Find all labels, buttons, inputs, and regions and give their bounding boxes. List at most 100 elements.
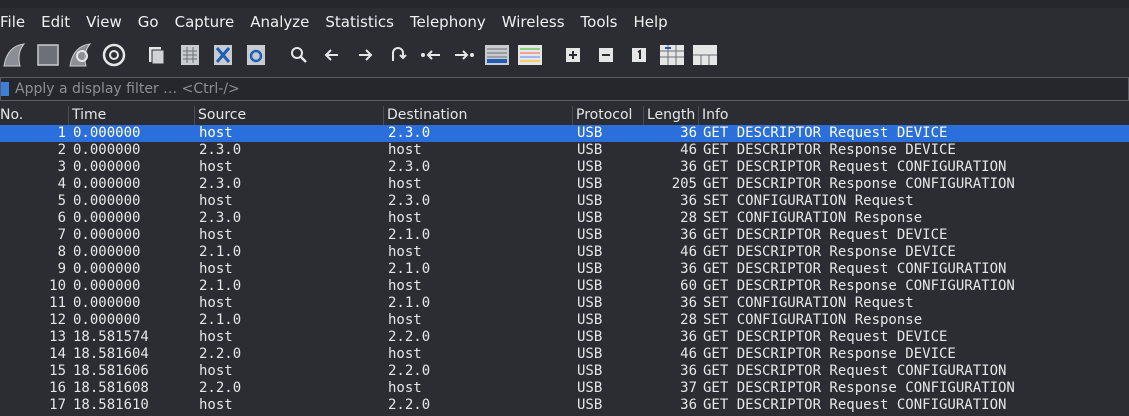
packet-source-cell: 2.1.0: [199, 278, 242, 294]
packet-source-cell: 2.1.0: [199, 312, 242, 328]
packet-source-cell: host: [199, 159, 233, 175]
stop-capture-icon[interactable]: [33, 40, 63, 70]
table-row[interactable]: 11 0.000000 host 2.1.0 USB 36 SET CONFIGURATIO…: [0, 295, 1129, 312]
table-row[interactable]: 16 18.581608 2.2.0 host USB 37 GET DESCRIPTOR …: [0, 380, 1129, 397]
window-title-strip: [0, 0, 1129, 8]
menu-view[interactable]: View: [86, 13, 130, 31]
normal-size-icon[interactable]: [624, 40, 654, 70]
packet-no-cell: 2: [57, 142, 66, 158]
packet-destination-cell: 2.3.0: [388, 125, 431, 141]
menu-tools[interactable]: Tools: [581, 13, 626, 31]
packet-protocol-cell: USB: [577, 261, 603, 277]
menu-edit[interactable]: Edit: [41, 13, 78, 31]
packet-source-cell: host: [199, 295, 233, 311]
packet-source-cell: 2.1.0: [199, 244, 242, 260]
find-packet-icon[interactable]: [284, 40, 314, 70]
packet-no-cell: 8: [57, 244, 66, 260]
packet-time-cell: 18.581610: [73, 397, 149, 413]
packet-no-cell: 9: [57, 261, 66, 277]
packet-protocol-cell: USB: [577, 295, 603, 311]
table-row[interactable]: 17 18.581610 host 2.2.0 USB 36 GET DESCRIPTOR …: [0, 397, 1129, 414]
menu-file[interactable]: File: [0, 13, 33, 31]
packet-info-cell: GET DESCRIPTOR Request CONFIGURATION: [703, 363, 1007, 379]
packet-info-cell: SET CONFIGURATION Request: [703, 193, 914, 209]
packet-info-cell: GET DESCRIPTOR Response DEVICE: [703, 346, 956, 362]
table-row[interactable]: 9 0.000000 host 2.1.0 USB 36 GET DESCRIPTOR Re…: [0, 261, 1129, 278]
colorize-icon[interactable]: [515, 40, 545, 70]
open-file-icon[interactable]: [142, 40, 172, 70]
display-filter-input[interactable]: [15, 81, 1128, 97]
table-row[interactable]: 3 0.000000 host 2.3.0 USB 36 GET DESCRIPTOR Re…: [0, 159, 1129, 176]
menu-analyze[interactable]: Analyze: [250, 13, 317, 31]
autoscroll-icon[interactable]: [482, 40, 512, 70]
menu-statistics[interactable]: Statistics: [325, 13, 402, 31]
packet-destination-cell: host: [388, 210, 422, 226]
table-row[interactable]: 15 18.581606 host 2.2.0 USB 36 GET DESCRIPTOR …: [0, 363, 1129, 380]
table-row[interactable]: 8 0.000000 2.1.0 host USB 46 GET DESCRIPTOR Re…: [0, 244, 1129, 261]
column-header-protocol[interactable]: Protocol: [573, 106, 644, 125]
menu-go[interactable]: Go: [138, 13, 167, 31]
packet-destination-cell: 2.2.0: [388, 397, 431, 413]
table-row[interactable]: 7 0.000000 host 2.1.0 USB 36 GET DESCRIPTOR Re…: [0, 227, 1129, 244]
table-row[interactable]: 14 18.581604 2.2.0 host USB 46 GET DESCRIPTOR …: [0, 346, 1129, 363]
packet-source-cell: host: [199, 261, 233, 277]
packet-length-cell: 36: [680, 397, 697, 413]
resize-columns-icon[interactable]: [657, 40, 687, 70]
capture-options-icon[interactable]: [99, 40, 129, 70]
table-row[interactable]: 5 0.000000 host 2.3.0 USB 36 SET CONFIGURATION…: [0, 193, 1129, 210]
go-forward-icon[interactable]: [350, 40, 380, 70]
table-row[interactable]: 1 0.000000 host 2.3.0 USB 36 GET DESCRIPTOR Re…: [0, 125, 1129, 142]
menu-wireless[interactable]: Wireless: [502, 13, 573, 31]
packet-protocol-cell: USB: [577, 176, 603, 192]
menu-telephony[interactable]: Telephony: [410, 13, 494, 31]
packet-protocol-cell: USB: [577, 363, 603, 379]
packet-destination-cell: 2.1.0: [388, 261, 431, 277]
reload-file-icon[interactable]: [241, 40, 271, 70]
save-file-icon[interactable]: [175, 40, 205, 70]
go-to-packet-icon[interactable]: [383, 40, 413, 70]
packet-length-cell: 36: [680, 329, 697, 345]
table-row[interactable]: 4 0.000000 2.3.0 host USB 205 GET DESCRIPTOR R…: [0, 176, 1129, 193]
table-row[interactable]: 10 0.000000 2.1.0 host USB 60 GET DESCRIPTOR R…: [0, 278, 1129, 295]
packet-length-cell: 37: [680, 380, 697, 396]
restart-capture-icon[interactable]: [66, 40, 96, 70]
packet-length-cell: 36: [680, 261, 697, 277]
packet-no-cell: 5: [57, 193, 66, 209]
column-header-info[interactable]: Info: [699, 106, 1129, 125]
column-header-destination[interactable]: Destination: [384, 106, 573, 125]
packet-no-cell: 14: [49, 346, 66, 362]
packet-info-cell: GET DESCRIPTOR Response DEVICE: [703, 142, 956, 158]
packet-no-cell: 3: [57, 159, 66, 175]
packet-length-cell: 36: [680, 125, 697, 141]
column-header-time[interactable]: Time: [69, 106, 195, 125]
menu-capture[interactable]: Capture: [175, 13, 243, 31]
packet-length-cell: 28: [680, 312, 697, 328]
packet-time-cell: 0.000000: [73, 227, 141, 243]
packet-source-cell: 2.3.0: [199, 176, 242, 192]
pane-layout-icon[interactable]: [690, 40, 720, 70]
packet-no-cell: 10: [49, 278, 66, 294]
table-row[interactable]: 12 0.000000 2.1.0 host USB 28 SET CONFIGURATIO…: [0, 312, 1129, 329]
shark-fin-start-icon[interactable]: [0, 40, 30, 70]
packet-destination-cell: 2.2.0: [388, 363, 431, 379]
packet-info-cell: GET DESCRIPTOR Response CONFIGURATION: [703, 278, 1015, 294]
packet-destination-cell: 2.3.0: [388, 193, 431, 209]
column-header-no[interactable]: No.: [0, 106, 69, 125]
packet-time-cell: 18.581606: [73, 363, 149, 379]
packet-length-cell: 28: [680, 210, 697, 226]
table-row[interactable]: 13 18.581574 host 2.2.0 USB 36 GET DESCRIPTOR …: [0, 329, 1129, 346]
go-last-packet-icon[interactable]: [449, 40, 479, 70]
column-header-length[interactable]: Length: [644, 106, 699, 125]
table-row[interactable]: 6 0.000000 2.3.0 host USB 28 SET CONFIGURATION…: [0, 210, 1129, 227]
zoom-in-icon[interactable]: [558, 40, 588, 70]
packet-time-cell: 18.581574: [73, 329, 149, 345]
go-back-icon[interactable]: [317, 40, 347, 70]
zoom-out-icon[interactable]: [591, 40, 621, 70]
column-header-source[interactable]: Source: [195, 106, 384, 125]
go-first-packet-icon[interactable]: [416, 40, 446, 70]
bookmark-icon[interactable]: [1, 82, 9, 96]
table-row[interactable]: 2 0.000000 2.3.0 host USB 46 GET DESCRIPTOR Re…: [0, 142, 1129, 159]
packet-destination-cell: host: [388, 380, 422, 396]
menu-help[interactable]: Help: [633, 13, 675, 31]
close-file-icon[interactable]: [208, 40, 238, 70]
